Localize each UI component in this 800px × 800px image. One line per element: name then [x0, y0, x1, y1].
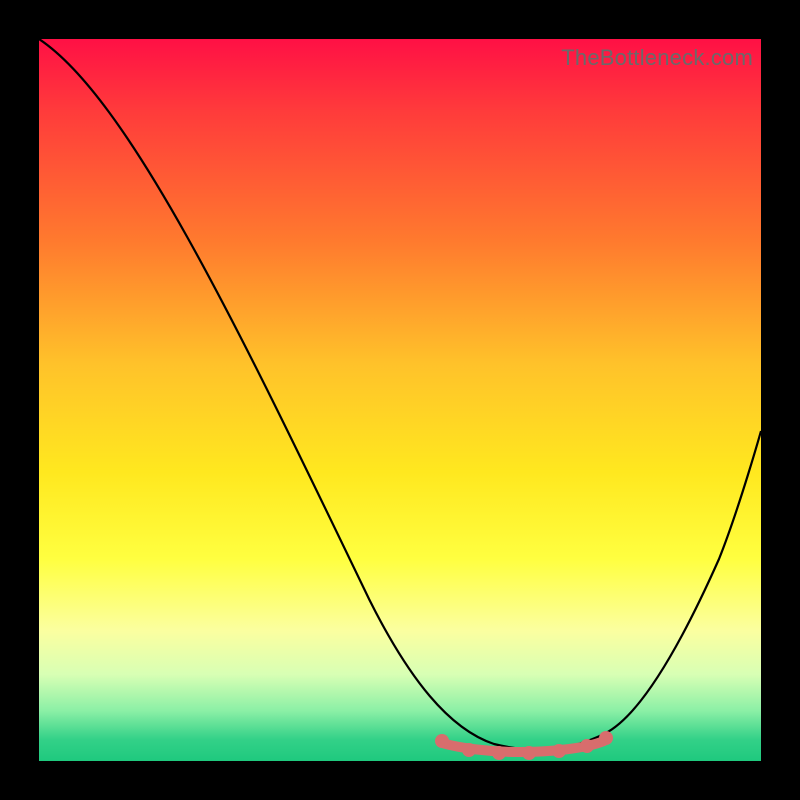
dot: [492, 746, 506, 760]
chart-frame: TheBottleneck.com: [0, 0, 800, 800]
dot: [522, 746, 536, 760]
dot: [580, 739, 594, 753]
chart-svg: [39, 39, 761, 761]
dot: [435, 734, 449, 748]
dot: [552, 744, 566, 758]
dot: [599, 731, 613, 745]
dot: [462, 743, 476, 757]
bottleneck-curve: [39, 39, 761, 750]
plot-area: TheBottleneck.com: [39, 39, 761, 761]
